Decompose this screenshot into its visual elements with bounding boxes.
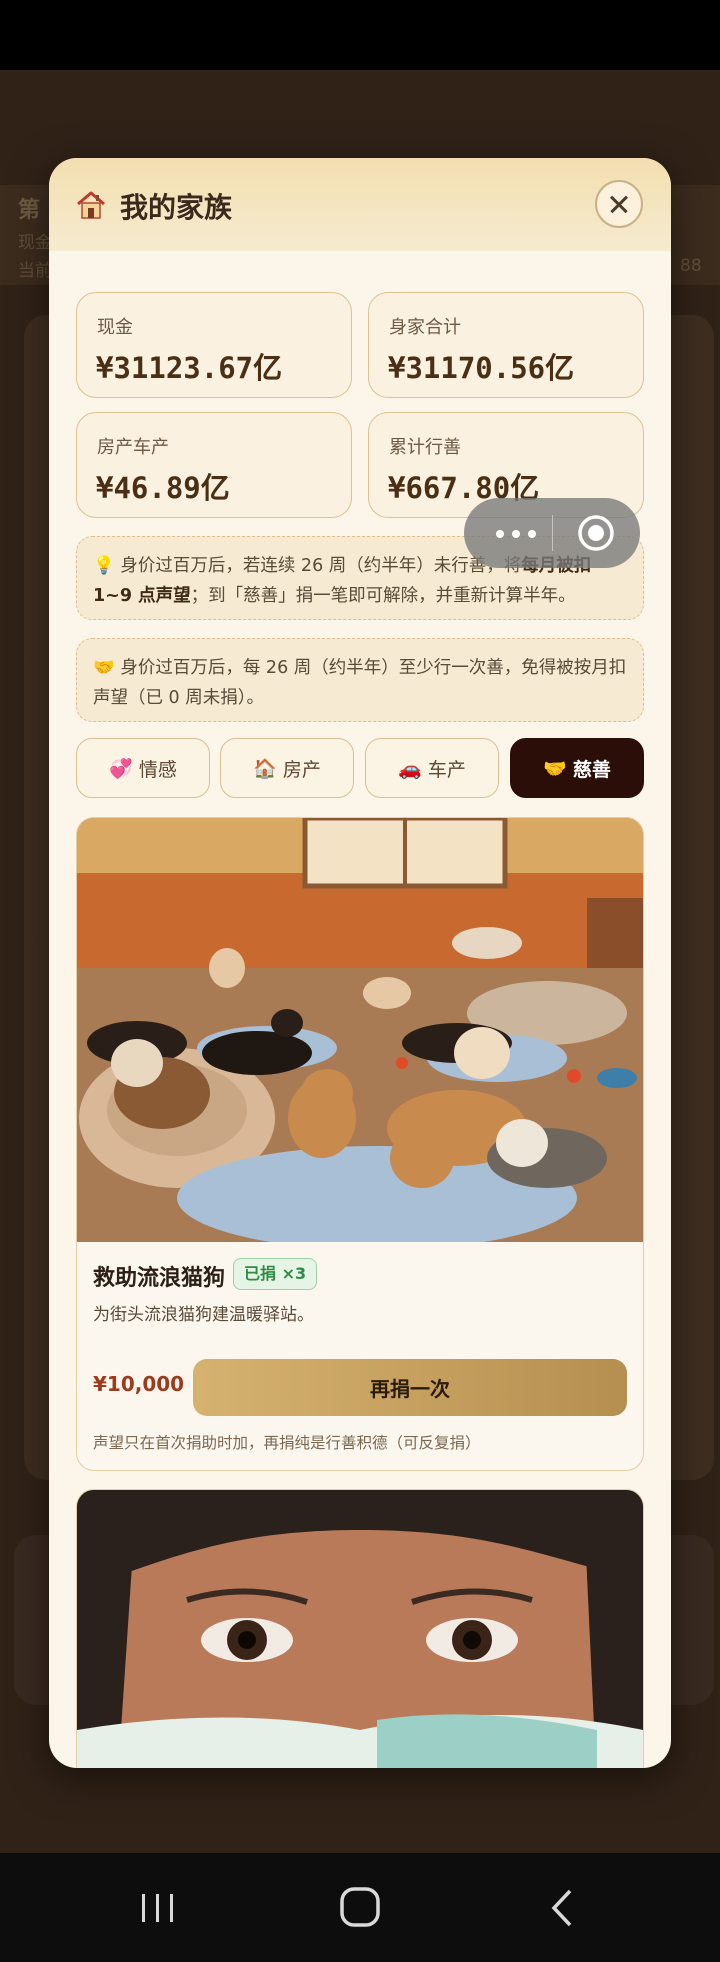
stat-value: ¥31123.67亿 xyxy=(96,351,283,385)
card-description: 为街头流浪猫狗建温暖驿站。 xyxy=(93,1305,314,1325)
modal-title: 我的家族 xyxy=(120,191,233,224)
stat-property: 房产车产 ¥46.89亿 xyxy=(76,412,352,518)
system-nav-bar xyxy=(0,1853,720,1962)
child-face-image xyxy=(77,1490,643,1768)
more-icon[interactable] xyxy=(494,530,538,538)
lightbulb-icon: 💡 xyxy=(93,556,115,576)
stat-net-worth: 身家合计 ¥31170.56亿 xyxy=(368,292,644,398)
modal-header: 我的家族 xyxy=(49,158,671,251)
stat-label: 身家合计 xyxy=(389,317,461,338)
stat-cash: 现金 ¥31123.67亿 xyxy=(76,292,352,398)
rule-text: 身价过百万后，每 26 周（约半年）至少行一次善，免得被按月扣声望（已 0 周未… xyxy=(93,658,627,708)
tab-car[interactable]: 🚗 车产 xyxy=(365,738,499,798)
charity-rule-notice: 🤝 身价过百万后，每 26 周（约半年）至少行一次善，免得被按月扣声望（已 0 … xyxy=(76,638,644,722)
stat-label: 房产车产 xyxy=(97,437,169,458)
car-icon: 🚗 xyxy=(398,757,422,780)
tab-label: 情感 xyxy=(138,758,177,781)
tab-label: 房产 xyxy=(282,758,321,781)
card-title: 救助流浪猫狗 xyxy=(93,1266,226,1291)
warning-text-1: 身价过百万后，若连续 26 周（约半年）未行善，将 xyxy=(120,556,522,576)
family-modal: 我的家族 现金 ¥31123.67亿 身家合计 ¥31170.56亿 房产车产 … xyxy=(49,158,671,1768)
home-icon[interactable] xyxy=(330,1883,390,1933)
card-footnote: 声望只在首次捐助时加，再捐纯是行善积德（可反复捐） xyxy=(93,1434,481,1452)
stat-label: 现金 xyxy=(97,317,133,338)
donation-price: ¥10,000 xyxy=(93,1372,185,1396)
donated-badge: 已捐 ×3 xyxy=(233,1258,318,1290)
charity-card: 救助流浪猫狗 已捐 ×3 为街头流浪猫狗建温暖驿站。 ¥10,000 再捐一次 … xyxy=(76,817,644,1471)
tab-label: 慈善 xyxy=(572,758,611,781)
warning-text-2: ；到「慈善」捐一笔即可解除，并重新计算半年。 xyxy=(190,586,576,606)
handshake-icon: 🤝 xyxy=(93,658,115,678)
house-icon: 🏠 xyxy=(253,757,277,780)
animal-shelter-image xyxy=(77,818,643,1242)
back-icon[interactable] xyxy=(532,1883,592,1933)
stat-value: ¥31170.56亿 xyxy=(388,351,575,385)
hearts-icon: 💞 xyxy=(109,757,133,780)
close-miniprogram-icon[interactable] xyxy=(577,514,615,552)
donate-again-button[interactable]: 再捐一次 xyxy=(193,1359,627,1416)
charity-card-child xyxy=(76,1489,644,1768)
tab-house[interactable]: 🏠 房产 xyxy=(220,738,354,798)
close-button[interactable] xyxy=(595,180,643,228)
recent-apps-icon[interactable] xyxy=(128,1883,188,1933)
handshake-icon: 🤝 xyxy=(543,757,567,780)
stat-label: 累计行善 xyxy=(389,437,461,458)
tab-charity[interactable]: 🤝 慈善 xyxy=(510,738,644,798)
stat-value: ¥46.89亿 xyxy=(96,471,230,505)
miniprogram-capsule xyxy=(464,498,640,568)
tab-label: 车产 xyxy=(427,758,466,781)
house-icon xyxy=(77,191,105,219)
status-bar xyxy=(0,0,720,70)
tab-emotion[interactable]: 💞 情感 xyxy=(76,738,210,798)
